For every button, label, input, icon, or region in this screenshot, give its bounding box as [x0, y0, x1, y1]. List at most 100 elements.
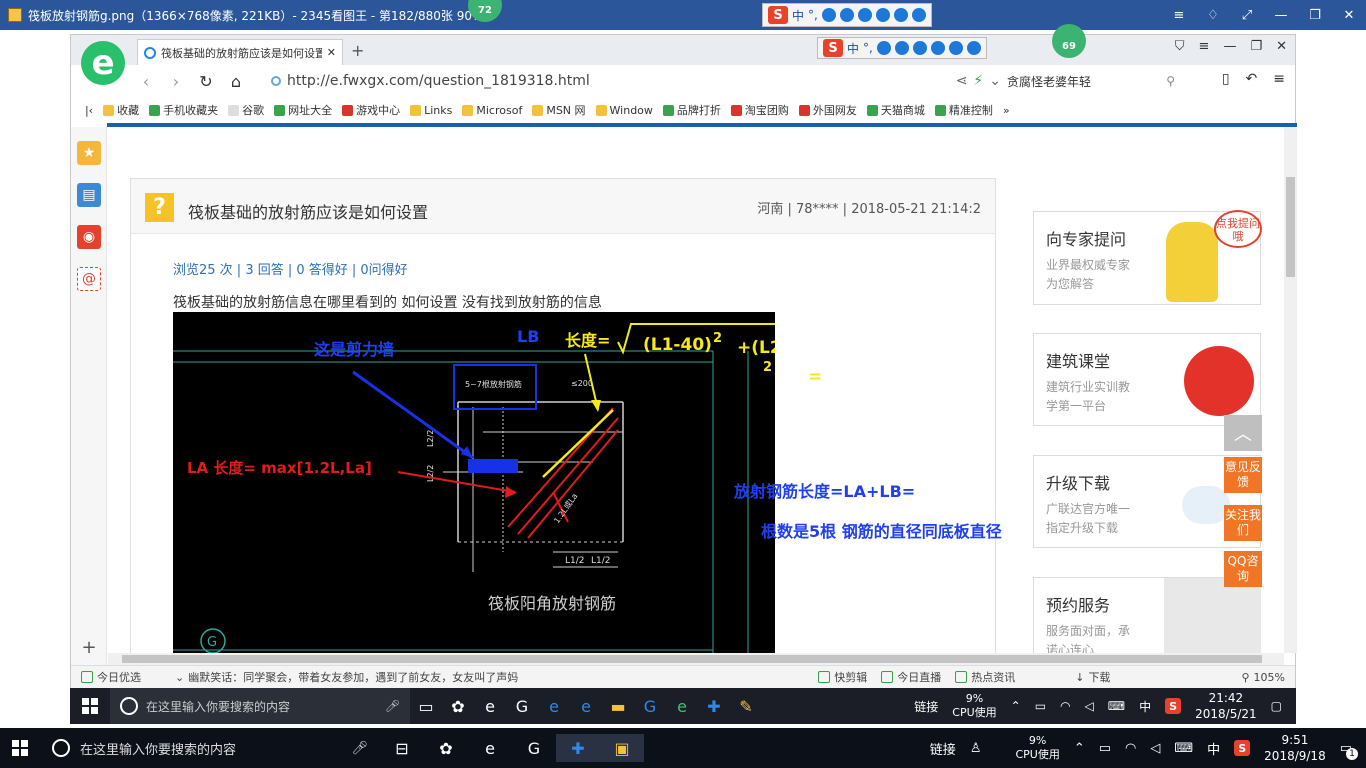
- bookmark-item[interactable]: 手机收藏夹: [149, 102, 218, 118]
- menu-icon[interactable]: ≡: [1162, 8, 1196, 23]
- ie-icon[interactable]: e: [570, 692, 602, 720]
- qq-consult-button[interactable]: QQ咨询: [1224, 551, 1262, 587]
- notification-center-icon[interactable]: ▭ 1: [1340, 741, 1358, 760]
- bookmark-item[interactable]: 淘宝团购: [730, 102, 789, 118]
- bookmark-item[interactable]: 天猫商城: [866, 102, 925, 118]
- forward-icon[interactable]: ›: [161, 72, 191, 91]
- keyboard-icon[interactable]: ⌨: [1174, 741, 1193, 756]
- ime-lang[interactable]: 中: [847, 40, 859, 57]
- fullscreen-icon[interactable]: ⤢: [1230, 8, 1264, 23]
- people-icon[interactable]: ♙: [970, 741, 982, 756]
- cpu-meter[interactable]: 9% CPU使用: [952, 692, 996, 720]
- maximize-icon[interactable]: ❐: [1298, 8, 1332, 23]
- menu-icon[interactable]: ≡: [1199, 39, 1210, 54]
- close-icon[interactable]: ✕: [1332, 8, 1366, 23]
- task-view-icon[interactable]: ▭: [410, 692, 442, 720]
- tab-question[interactable]: 筏板基础的放射筋应该是如何设置 ✕: [137, 39, 343, 65]
- tools-icon[interactable]: [966, 41, 981, 55]
- user-icon[interactable]: [930, 41, 945, 55]
- mic-icon[interactable]: 🎤︎: [385, 699, 400, 713]
- edge-icon[interactable]: e: [468, 734, 512, 762]
- mail-icon[interactable]: @: [77, 267, 101, 291]
- link-label[interactable]: 链接: [914, 698, 938, 715]
- volume-icon[interactable]: ◁: [1150, 741, 1160, 756]
- windows-start-icon[interactable]: [12, 740, 28, 756]
- dropdown-icon[interactable]: ⌄: [989, 73, 1001, 89]
- fan-app-icon[interactable]: ✿: [424, 734, 468, 762]
- app-g-icon[interactable]: G: [506, 692, 538, 720]
- menu-icon[interactable]: ≡: [1273, 71, 1285, 87]
- sidebar-toggle-icon[interactable]: |‹: [85, 104, 93, 117]
- address-bar[interactable]: http://e.fwxgx.com/question_1819318.html…: [271, 69, 1001, 93]
- skin-icon[interactable]: [893, 8, 908, 22]
- bookmark-item[interactable]: 外国网友: [798, 102, 857, 118]
- skin-icon[interactable]: ♢: [1196, 8, 1230, 23]
- image-viewer-app-icon[interactable]: ▣: [600, 734, 644, 762]
- keyboard-icon[interactable]: [912, 41, 927, 55]
- flash-icon[interactable]: ⚡: [973, 73, 983, 89]
- clock[interactable]: 9:51 2018/9/18: [1264, 732, 1326, 764]
- bookmark-item[interactable]: 精准控制: [934, 102, 993, 118]
- news-ticker[interactable]: ⌄ 幽默笑话：同学聚会，带着女友参加，遇到了前女友，女友叫了声妈: [175, 669, 518, 685]
- keyboard-icon[interactable]: [857, 8, 872, 22]
- ime-toolbar-inner[interactable]: S 中 °,: [817, 37, 987, 59]
- back-icon[interactable]: ‹: [131, 72, 161, 91]
- ime-lang[interactable]: 中: [792, 7, 804, 24]
- close-icon[interactable]: ✕: [1276, 39, 1287, 54]
- notification-icon[interactable]: ▢: [1271, 699, 1282, 713]
- sogou-tray-icon[interactable]: S: [1165, 698, 1182, 714]
- ad-ask-expert[interactable]: 向专家提问 业界最权威专家 为您解答 点我提问哦: [1033, 210, 1262, 305]
- clip-link[interactable]: 快剪辑: [818, 669, 867, 685]
- browser-logo-icon[interactable]: e: [81, 41, 125, 85]
- minimize-icon[interactable]: —: [1223, 39, 1236, 54]
- tray-chevron-icon[interactable]: ⌃: [1011, 699, 1021, 713]
- link-label[interactable]: 链接: [930, 739, 956, 758]
- phone-icon[interactable]: ▯: [1222, 71, 1230, 87]
- notes-icon[interactable]: ✎: [730, 692, 762, 720]
- home-icon[interactable]: ⌂: [221, 72, 251, 91]
- ime-punct[interactable]: °,: [808, 8, 818, 22]
- ime-indicator[interactable]: 中: [1139, 698, 1151, 715]
- volume-icon[interactable]: ◁: [1085, 699, 1094, 713]
- question-stats[interactable]: 浏览25 次 | 3 回答 | 0 答得好 | 0问得好: [173, 259, 408, 278]
- ad-course[interactable]: 建筑课堂 建筑行业实训教 学第一平台: [1033, 333, 1261, 426]
- bookmark-item[interactable]: 网址大全: [274, 102, 332, 118]
- undo-icon[interactable]: ↶: [1246, 71, 1258, 87]
- maximize-icon[interactable]: ❐: [1250, 39, 1262, 54]
- glodon-icon[interactable]: G: [634, 692, 666, 720]
- emoji-icon[interactable]: [821, 8, 836, 22]
- weibo-icon[interactable]: ◉: [77, 225, 101, 249]
- edge-icon[interactable]: e: [474, 692, 506, 720]
- emoji-icon[interactable]: [876, 41, 891, 55]
- bookmark-item[interactable]: 收藏: [103, 102, 139, 118]
- skin-icon[interactable]: [948, 41, 963, 55]
- favorites-icon[interactable]: ★: [77, 141, 101, 165]
- zoom-level[interactable]: ⚲ 105%: [1241, 671, 1285, 684]
- mic-icon[interactable]: [894, 41, 909, 55]
- new-tab-button[interactable]: +: [351, 41, 364, 60]
- screenshot-icon[interactable]: ✚: [698, 692, 730, 720]
- tray-chevron-icon[interactable]: ⌃: [1074, 741, 1085, 756]
- search-text[interactable]: 贪腐怪老婆年轻: [1007, 73, 1091, 90]
- ime-toolbar[interactable]: S 中 °,: [762, 3, 932, 27]
- bookmark-item[interactable]: Window: [595, 104, 653, 117]
- taskbar-search[interactable]: 在这里输入你要搜索的内容 🎤︎: [40, 728, 380, 768]
- today-picks[interactable]: 今日优选: [81, 669, 141, 685]
- battery-icon[interactable]: ▭: [1035, 699, 1046, 713]
- scroll-thumb[interactable]: [122, 655, 1262, 663]
- ime-punct[interactable]: °,: [863, 41, 873, 55]
- live-link[interactable]: 今日直播: [881, 669, 941, 685]
- search-icon[interactable]: ⚲: [1166, 74, 1175, 88]
- ad-service[interactable]: 预约服务 服务面对面，承 诺心连心: [1033, 577, 1261, 653]
- tools-icon[interactable]: [911, 8, 926, 22]
- bookmark-item[interactable]: 游戏中心: [342, 102, 400, 118]
- feedback-button[interactable]: 意见反馈: [1224, 457, 1262, 493]
- tab-close-icon[interactable]: ✕: [327, 46, 336, 59]
- fan-app-icon[interactable]: ✿: [442, 692, 474, 720]
- horizontal-scrollbar[interactable]: [108, 653, 1284, 665]
- mic-icon[interactable]: 🎤︎: [351, 741, 368, 756]
- battery-icon[interactable]: ▭: [1099, 741, 1111, 756]
- bookmark-item[interactable]: 谷歌: [228, 102, 264, 118]
- browser-app-icon[interactable]: e: [666, 692, 698, 720]
- keyboard-icon[interactable]: ⌨: [1108, 699, 1125, 713]
